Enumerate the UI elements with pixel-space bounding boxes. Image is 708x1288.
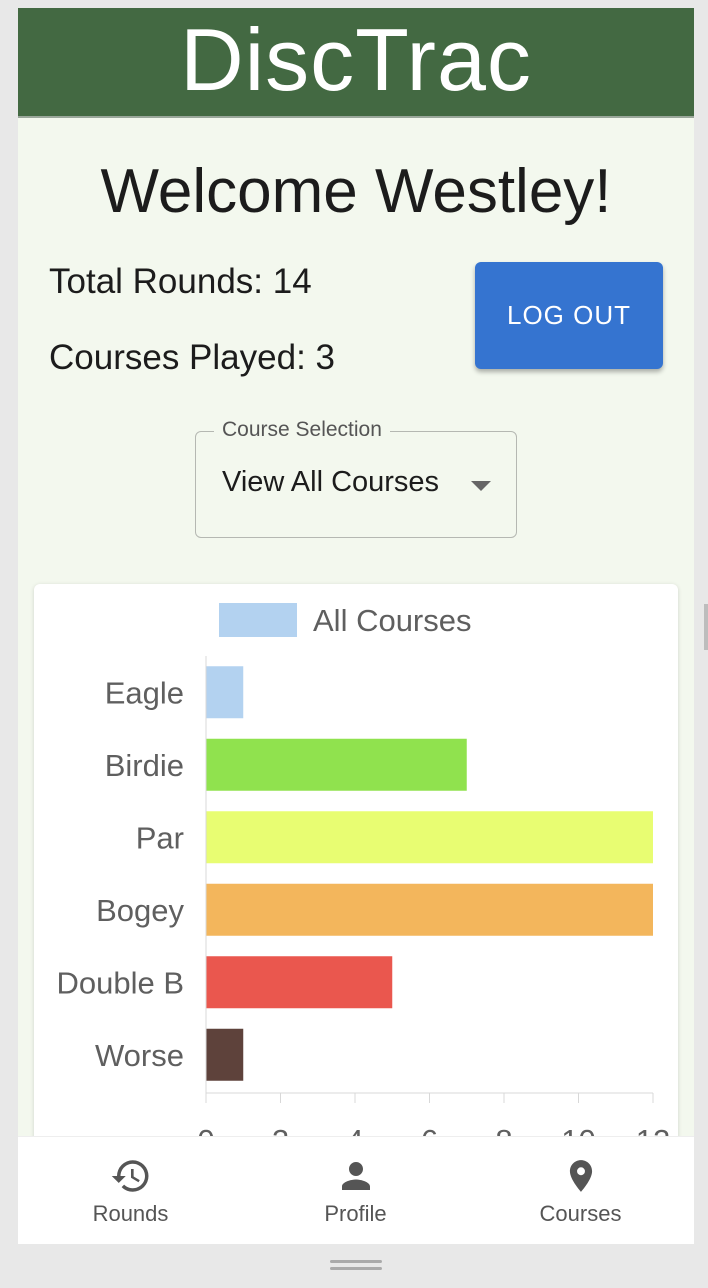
scrollbar-thumb[interactable]	[704, 604, 708, 650]
nav-rounds[interactable]: Rounds	[18, 1137, 243, 1244]
welcome-heading: Welcome Westley!	[100, 157, 612, 226]
bottom-navigation: Rounds Profile Courses	[18, 1136, 694, 1244]
bar-eagle[interactable]	[206, 666, 244, 719]
course-selection-value: View All Courses	[222, 466, 440, 498]
nav-profile-label: Profile	[324, 1201, 387, 1226]
bar-bogey[interactable]	[206, 883, 653, 936]
bar-double-b[interactable]	[206, 956, 393, 1009]
app-title: DiscTrac	[180, 10, 532, 109]
bar-par[interactable]	[206, 811, 653, 864]
bar-worse[interactable]	[206, 1028, 244, 1081]
person-icon	[342, 1162, 370, 1190]
course-selection-label: Course Selection	[214, 418, 390, 442]
app-header: DiscTrac	[18, 8, 694, 118]
history-icon	[111, 1160, 149, 1192]
app-screen: DiscTrac Welcome Westley! Total Rounds: …	[18, 8, 694, 1244]
category-label: Eagle	[105, 675, 184, 710]
nav-courses-label: Courses	[539, 1201, 622, 1226]
legend-label: All Courses	[313, 603, 472, 638]
nav-profile[interactable]: Profile	[243, 1137, 468, 1244]
location-pin-icon	[569, 1160, 593, 1192]
legend-swatch[interactable]	[219, 603, 297, 637]
nav-rounds-label: Rounds	[92, 1201, 169, 1226]
category-label: Birdie	[105, 748, 184, 783]
category-label: Double B	[56, 965, 184, 1000]
courses-played-stat: Courses Played: 3	[49, 338, 335, 377]
nav-courses[interactable]: Courses	[468, 1137, 693, 1244]
logout-button[interactable]: LOG OUT	[475, 262, 663, 369]
category-label: Bogey	[96, 893, 184, 928]
drag-handle[interactable]	[330, 1260, 382, 1270]
bar-birdie[interactable]	[206, 738, 467, 791]
course-selection-dropdown[interactable]: Course Selection View All Courses	[195, 418, 517, 538]
category-label: Worse	[95, 1038, 184, 1073]
caret-down-icon	[471, 481, 491, 491]
category-label: Par	[136, 820, 184, 855]
total-rounds-stat: Total Rounds: 14	[49, 262, 312, 301]
